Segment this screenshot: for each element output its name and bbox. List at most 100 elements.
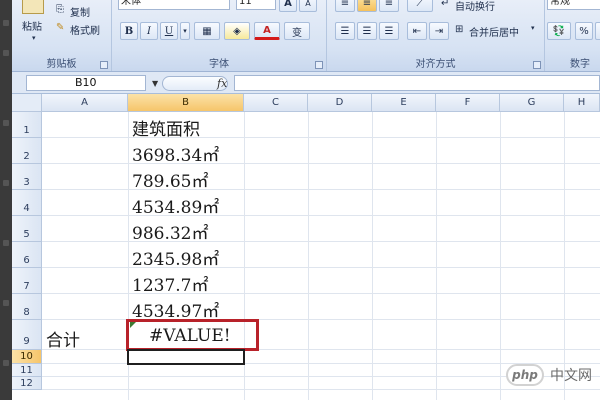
orientation-icon[interactable]: ⟋	[407, 0, 433, 12]
gridline	[372, 112, 373, 400]
gridline	[42, 215, 600, 216]
percent-button[interactable]: %	[575, 22, 593, 40]
column-header-e[interactable]: E	[372, 94, 436, 112]
font-name-select[interactable]: 宋体	[118, 0, 230, 10]
column-header-f[interactable]: F	[436, 94, 500, 112]
error-highlight-box	[126, 319, 259, 351]
clipboard-group: 粘贴 ▾ ⎘ 复制 ✎ 格式刷 剪贴板	[12, 0, 112, 71]
column-header-c[interactable]: C	[244, 94, 308, 112]
worksheet-grid: A B C D E F G H 1 2 3 4 5 6 7 8 9 10 11 …	[12, 94, 600, 400]
row-header-3[interactable]: 3	[12, 164, 42, 190]
cell-b5[interactable]: 986.32㎡	[132, 219, 208, 244]
row-header-4[interactable]: 4	[12, 190, 42, 216]
font-color-icon[interactable]: A	[254, 22, 280, 40]
clipboard-group-label: 剪贴板	[46, 59, 77, 70]
borders-icon[interactable]: ▦	[194, 22, 220, 40]
underline-button[interactable]: U	[160, 22, 178, 40]
selected-cell-b10[interactable]	[127, 349, 245, 365]
row-header-1[interactable]: 1	[12, 112, 42, 138]
paste-button[interactable]: 粘贴	[22, 18, 42, 33]
handle-icon	[3, 180, 9, 186]
cell-b2[interactable]: 3698.34㎡	[132, 141, 219, 166]
select-all-corner[interactable]	[12, 94, 42, 112]
font-group-label: 字体	[209, 59, 229, 70]
row-header-11[interactable]: 11	[12, 364, 42, 377]
watermark-text: 中文网	[550, 368, 592, 384]
row-header-12[interactable]: 12	[12, 377, 42, 390]
row-header-6[interactable]: 6	[12, 242, 42, 268]
gridline	[308, 112, 309, 400]
chevron-down-icon[interactable]: ▾	[180, 22, 190, 40]
insert-function-icon[interactable]: fx	[217, 77, 227, 90]
cell-b7[interactable]: 1237.7㎡	[132, 271, 208, 296]
dialog-launcher-icon[interactable]	[533, 61, 541, 69]
number-format-select[interactable]: 常规	[547, 0, 600, 10]
watermark: php 中文网	[506, 364, 592, 386]
align-left-icon[interactable]: ☰	[335, 22, 355, 40]
alignment-group: ≡ ≡ ≡ ⟋ ↵ 自动换行 ☰ ☰ ☰ ⇤ ⇥ ⊞ 合并后居中 ▾ 对齐方式	[327, 0, 545, 71]
column-header-d[interactable]: D	[308, 94, 372, 112]
row-header-8[interactable]: 8	[12, 294, 42, 320]
copy-icon: ⎘	[56, 4, 64, 15]
merge-icon: ⊞	[455, 24, 464, 35]
chevron-down-icon[interactable]: ▾	[32, 34, 36, 42]
align-right-icon[interactable]: ☰	[379, 22, 399, 40]
dialog-launcher-icon[interactable]	[100, 61, 108, 69]
grow-font-button[interactable]: A	[279, 0, 297, 12]
align-top-icon[interactable]: ≡	[335, 0, 355, 12]
row-header-5[interactable]: 5	[12, 216, 42, 242]
cell-b3[interactable]: 789.65㎡	[132, 167, 208, 192]
decrease-indent-icon[interactable]: ⇤	[407, 22, 427, 40]
formula-input[interactable]	[234, 75, 600, 91]
font-group: 宋体 11 A A B I U ▾ ▦ ◈ A 变 字体	[112, 0, 327, 71]
handle-icon	[3, 300, 9, 306]
phonetic-button[interactable]: 变	[284, 22, 310, 40]
handle-icon	[3, 120, 9, 126]
gridline	[42, 389, 600, 390]
gridline	[564, 112, 565, 400]
copy-button[interactable]: 复制	[70, 4, 90, 19]
align-bottom-icon[interactable]: ≡	[379, 0, 399, 12]
column-header-b[interactable]: B	[128, 94, 244, 112]
comma-style-icon[interactable]: ,	[595, 22, 600, 40]
column-header-g[interactable]: G	[500, 94, 564, 112]
column-header-a[interactable]: A	[42, 94, 128, 112]
cell-b1[interactable]: 建筑面积	[132, 115, 200, 140]
format-painter-icon: ✎	[56, 22, 65, 33]
cell-b6[interactable]: 2345.98㎡	[132, 245, 219, 270]
window-edge	[0, 0, 12, 400]
gridline	[42, 241, 600, 242]
name-box[interactable]: B10	[26, 75, 146, 91]
gridline	[42, 137, 600, 138]
font-size-select[interactable]: 11	[236, 0, 276, 10]
wrap-text-button[interactable]: 自动换行	[455, 0, 495, 13]
row-header-2[interactable]: 2	[12, 138, 42, 164]
cell-a9[interactable]: 合计	[46, 326, 80, 351]
format-painter-button[interactable]: 格式刷	[70, 22, 100, 37]
dialog-launcher-icon[interactable]	[315, 61, 323, 69]
align-center-icon[interactable]: ☰	[357, 22, 377, 40]
merge-center-button[interactable]: 合并后居中	[469, 24, 519, 39]
alignment-group-label: 对齐方式	[415, 59, 456, 70]
shrink-font-button[interactable]: A	[299, 0, 317, 12]
bold-button[interactable]: B	[120, 22, 138, 40]
row-header-9[interactable]: 9	[12, 320, 42, 350]
number-group: 常规 💱 % , 数字	[545, 0, 600, 71]
chevron-down-icon[interactable]: ▾	[531, 24, 535, 32]
formula-bar: B10 ▼ fx	[12, 72, 600, 94]
increase-indent-icon[interactable]: ⇥	[429, 22, 449, 40]
currency-icon[interactable]: 💱	[547, 22, 571, 40]
ribbon: 粘贴 ▾ ⎘ 复制 ✎ 格式刷 剪贴板 宋体 11 A A B I U ▾ ▦ …	[12, 0, 600, 72]
handle-icon	[3, 50, 9, 56]
gridline	[42, 267, 600, 268]
gridline	[500, 112, 501, 400]
paste-icon[interactable]	[22, 0, 44, 14]
italic-button[interactable]: I	[140, 22, 158, 40]
cell-b4[interactable]: 4534.89㎡	[132, 193, 219, 218]
row-header-10[interactable]: 10	[12, 350, 42, 364]
align-middle-icon[interactable]: ≡	[357, 0, 377, 12]
column-header-h[interactable]: H	[564, 94, 600, 112]
fill-color-icon[interactable]: ◈	[224, 22, 250, 40]
chevron-down-icon[interactable]: ▼	[152, 79, 158, 88]
row-header-7[interactable]: 7	[12, 268, 42, 294]
